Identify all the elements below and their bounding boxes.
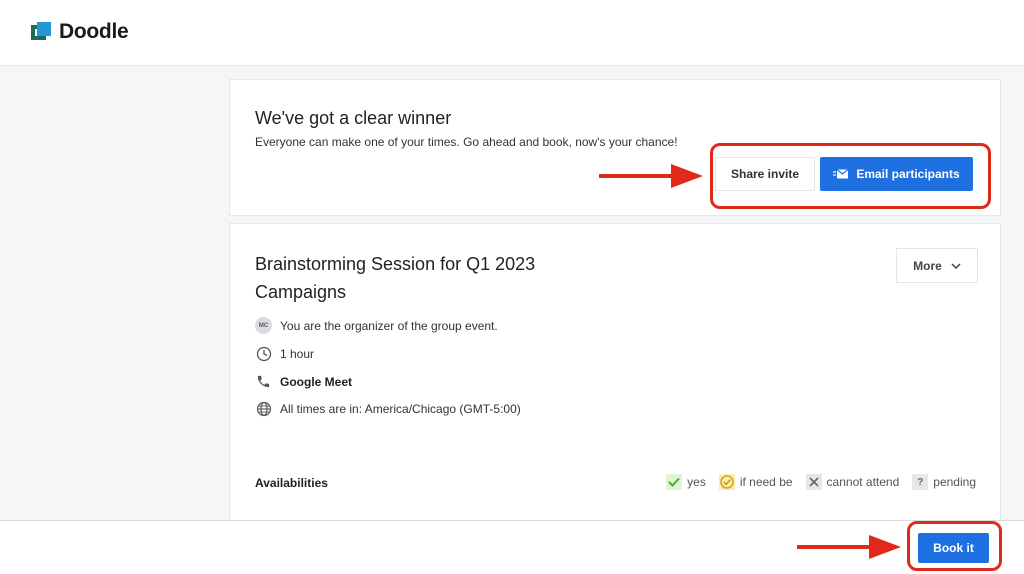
legend-if-need-be-label: if need be [739, 475, 793, 489]
legend-pending: ? pending [912, 474, 976, 490]
location-row: Google Meet [255, 373, 352, 390]
duration-text: 1 hour [280, 346, 315, 361]
event-title: Brainstorming Session for Q1 2023 Campai… [255, 254, 536, 302]
winner-subtitle: Everyone can make one of your times. Go … [255, 135, 678, 149]
clock-icon [255, 345, 272, 362]
timezone-text: All times are in: America/Chicago (GMT-5… [280, 401, 521, 416]
more-label: More [913, 258, 942, 273]
doodle-logo[interactable]: Doodle [31, 20, 129, 44]
more-button[interactable]: More [896, 248, 978, 283]
organizer-text: You are the organizer of the group event… [280, 318, 498, 333]
legend-yes: yes [666, 474, 706, 490]
annotation-highlight-box [710, 143, 991, 209]
availability-legend: yes if need be cannot attend ? pending [653, 474, 976, 490]
top-bar: Doodle [0, 0, 1024, 66]
annotation-arrow [797, 535, 901, 559]
legend-cannot-attend: cannot attend [805, 474, 900, 490]
check-icon [666, 474, 683, 490]
check-circle-icon [718, 474, 735, 490]
legend-yes-label: yes [687, 475, 706, 489]
legend-pending-label: pending [933, 475, 976, 489]
annotation-arrow [599, 164, 703, 188]
avatar: MC [255, 317, 272, 334]
location-text: Google Meet [280, 374, 353, 389]
phone-icon [255, 373, 272, 390]
chevron-down-icon [951, 262, 961, 269]
duration-row: 1 hour [255, 345, 314, 362]
x-icon [805, 474, 822, 490]
winner-title: We've got a clear winner [255, 108, 452, 128]
annotation-highlight-box [907, 521, 1002, 571]
legend-cannot-attend-label: cannot attend [826, 475, 900, 489]
availabilities-label: Availabilities [255, 476, 328, 490]
doodle-logo-icon [31, 22, 53, 42]
organizer-row: MC You are the organizer of the group ev… [255, 317, 498, 334]
event-card: Brainstorming Session for Q1 2023 Campai… [229, 223, 1001, 523]
question-icon: ? [912, 474, 929, 490]
timezone-row: All times are in: America/Chicago (GMT-5… [255, 400, 521, 417]
logo-text: Doodle [59, 20, 129, 43]
globe-icon [255, 400, 272, 417]
legend-if-need-be: if need be [718, 474, 793, 490]
